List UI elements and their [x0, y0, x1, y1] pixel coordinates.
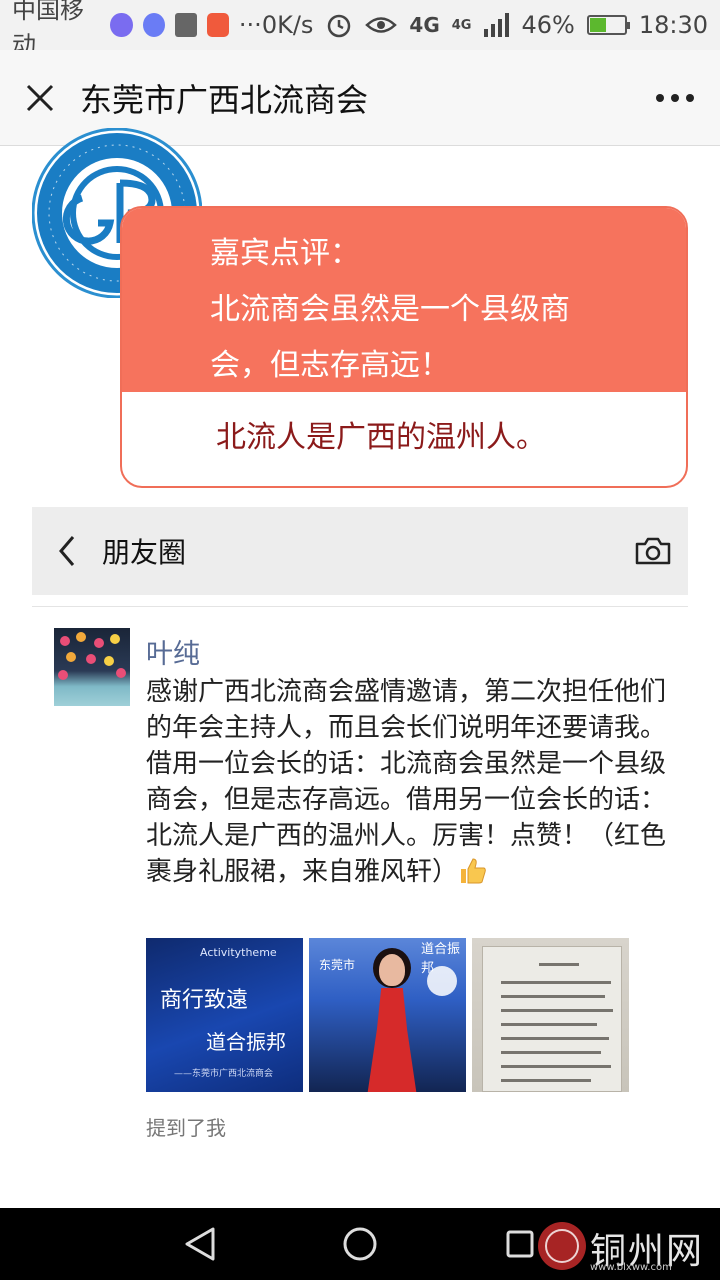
- watermark-url: www.blxww.com: [590, 1262, 672, 1273]
- more-button[interactable]: [630, 50, 720, 146]
- post-text: 感谢广西北流商会盛情邀请，第二次担任他们的年会主持人，而且会长们说明年还要请我。…: [146, 674, 676, 890]
- network-type: 4G: [409, 13, 440, 37]
- review-heading: 嘉宾点评：: [210, 236, 360, 271]
- thumbs-up-icon: [461, 858, 486, 884]
- post-photo-host[interactable]: 东莞市 道合振邦: [309, 938, 466, 1092]
- post-photos: Activitytheme 商行致遠 道合振邦 ——东莞市广西北流商会 东莞市 …: [146, 938, 629, 1092]
- photo-person-head: [379, 954, 405, 986]
- page-title: 东莞市广西北流商会: [80, 80, 369, 119]
- photo-document-line: [501, 981, 611, 984]
- photo-document-line: [501, 1037, 609, 1040]
- review-quote: 嘉宾点评： 北流商会虽然是一个县级商 会，但志存高远！: [122, 208, 686, 392]
- photo-document-line: [501, 995, 605, 998]
- post-photo-program[interactable]: [472, 938, 629, 1092]
- back-button[interactable]: [32, 507, 102, 595]
- divider: [32, 606, 688, 607]
- more-notifications-icon: ···: [238, 11, 262, 39]
- chevron-left-icon: [59, 536, 75, 566]
- avatar-flower: [104, 656, 114, 666]
- photo-person-dress: [367, 988, 417, 1092]
- qr-notification-icon: [174, 13, 197, 37]
- post-body: 感谢广西北流商会盛情邀请，第二次担任他们的年会主持人，而且会长们说明年还要请我。…: [146, 677, 667, 887]
- photo-logo-shape: [427, 966, 457, 996]
- photo-document-line: [501, 1079, 591, 1082]
- avatar-flower: [60, 636, 70, 646]
- moments-header: 朋友圈: [32, 507, 688, 595]
- avatar-flower: [86, 654, 96, 664]
- avatar-flower: [110, 634, 120, 644]
- close-icon: [26, 84, 54, 111]
- review-bottom-text: 北流人是广西的温州人。: [216, 420, 546, 455]
- app-notification-icon: [142, 13, 165, 37]
- more-dots-icon: [656, 93, 694, 102]
- avatar-flower: [94, 638, 104, 648]
- photo-document-line: [501, 1023, 597, 1026]
- alarm-icon: [328, 14, 351, 38]
- photo-caption: 商行致遠: [160, 988, 249, 1013]
- post-photo-activity-theme[interactable]: Activitytheme 商行致遠 道合振邦 ——东莞市广西北流商会: [146, 938, 303, 1092]
- review-line: 会，但志存高远！: [210, 348, 450, 383]
- avatar-flower: [76, 632, 86, 642]
- triangle-back-icon: [185, 1227, 215, 1261]
- signal-icon: [484, 13, 510, 37]
- nav-back-button[interactable]: [170, 1214, 230, 1274]
- status-bar: 中国移动 ··· 0K/s 4G 4G 46% 18:30: [0, 0, 720, 59]
- guest-review-card: 嘉宾点评： 北流商会虽然是一个县级商 会，但志存高远！ 北流人是广西的温州人。: [120, 206, 688, 488]
- app-notification-icon: [206, 13, 229, 37]
- nav-home-button[interactable]: [330, 1214, 390, 1274]
- avatar-flower: [58, 670, 68, 680]
- photo-document-line: [501, 1009, 613, 1012]
- avatar-flower: [66, 652, 76, 662]
- avatar-flower: [116, 668, 126, 678]
- clock: 18:30: [638, 11, 708, 39]
- post-author[interactable]: 叶纯: [146, 632, 200, 671]
- battery-icon: [586, 15, 630, 35]
- circle-home-icon: [343, 1227, 377, 1261]
- network-speed: 0K/s: [261, 11, 314, 39]
- mentioned-me-label: 提到了我: [146, 1116, 226, 1140]
- app-notification-icon: [110, 13, 133, 37]
- avatar[interactable]: [54, 628, 130, 706]
- photo-document-sheet: [482, 946, 622, 1092]
- photo-caption: 道合振邦: [206, 1030, 286, 1054]
- photo-caption: 东莞市: [319, 958, 356, 972]
- photo-caption: Activitytheme: [200, 946, 277, 959]
- camera-icon: [635, 537, 671, 565]
- photo-document-line: [539, 963, 579, 966]
- photo-document-line: [501, 1051, 601, 1054]
- photo-caption: ——东莞市广西北流商会: [174, 1069, 274, 1079]
- camera-button[interactable]: [618, 507, 688, 595]
- eye-icon: [365, 17, 398, 33]
- network-type-small: 4G: [451, 17, 472, 33]
- battery-percent: 46%: [521, 11, 575, 39]
- moments-title: 朋友圈: [102, 536, 187, 569]
- photo-document-line: [501, 1065, 611, 1068]
- review-line: 北流商会虽然是一个县级商: [210, 292, 570, 327]
